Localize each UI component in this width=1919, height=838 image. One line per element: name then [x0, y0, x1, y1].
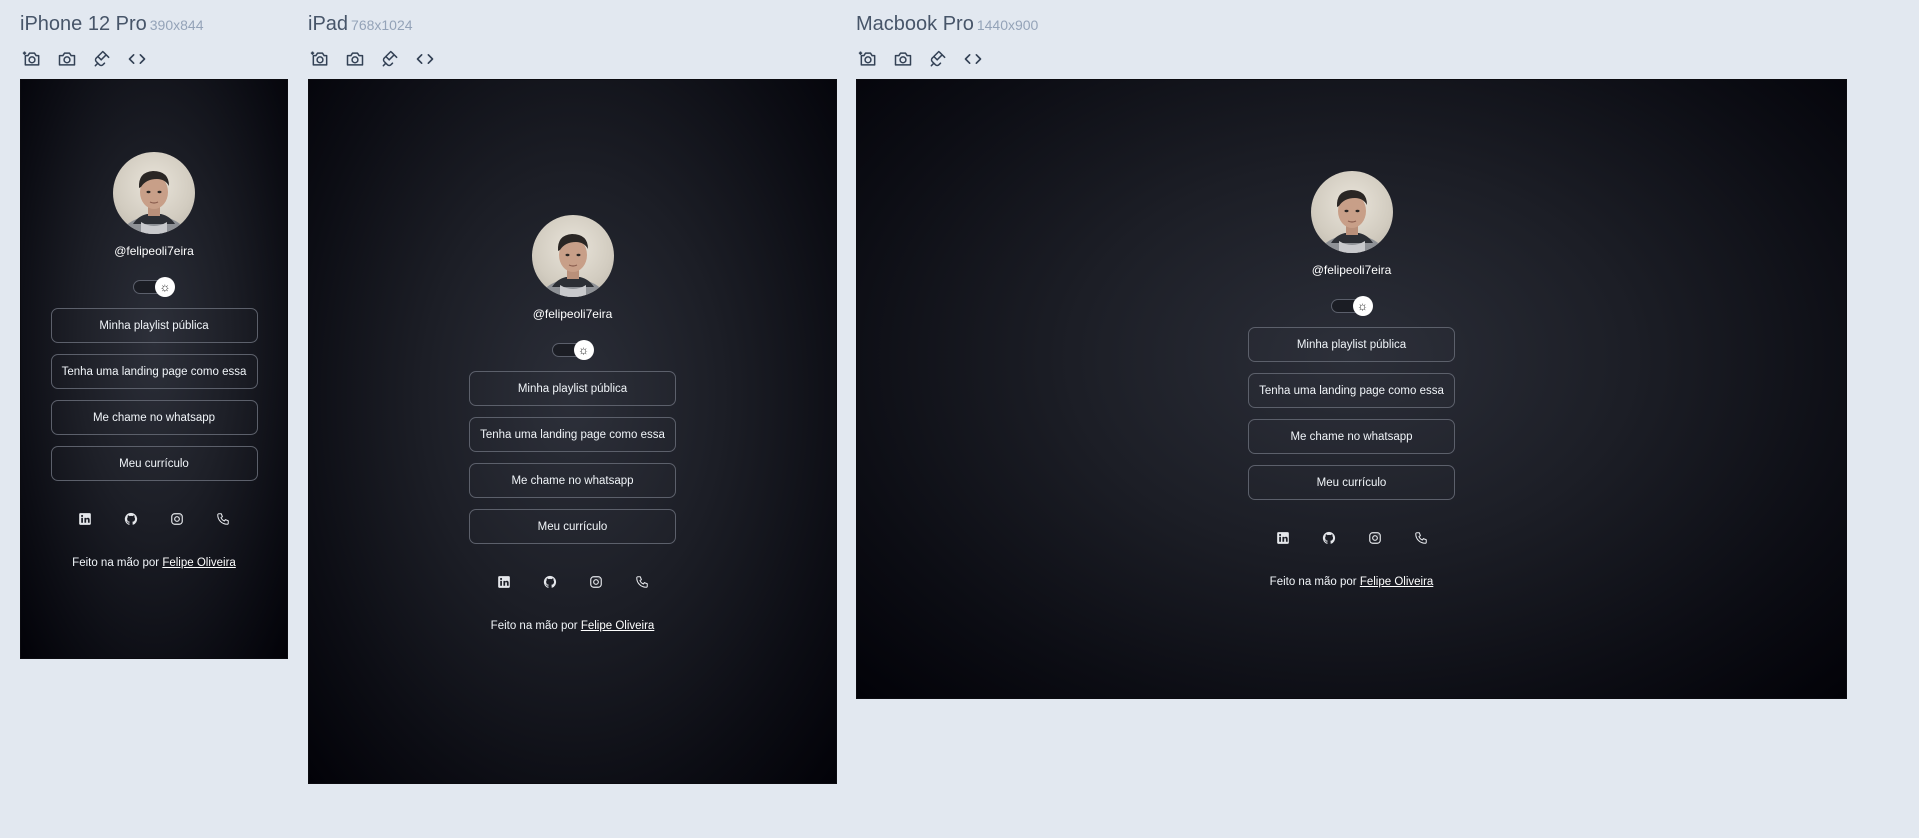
plug-icon[interactable]	[90, 47, 114, 71]
footer-credit: Feito na mão por Felipe Oliveira	[72, 557, 236, 569]
linkedin-icon[interactable]	[497, 575, 511, 589]
link-button-landing-page[interactable]: Tenha uma landing page como essa	[1248, 373, 1455, 408]
device-header: iPhone 12 Pro 390x844	[20, 13, 203, 36]
instagram-icon[interactable]	[589, 575, 603, 589]
link-button-whatsapp[interactable]: Me chame no whatsapp	[1248, 419, 1455, 454]
device-viewport: @felipeoli7eira ☼ Minha playlist pública…	[20, 79, 288, 659]
link-list: Minha playlist pública Tenha uma landing…	[50, 308, 258, 481]
instagram-icon[interactable]	[170, 512, 184, 526]
code-icon[interactable]	[125, 47, 149, 71]
footer-text: Feito na mão por	[72, 557, 160, 569]
profile-photo	[1318, 190, 1385, 253]
theme-toggle[interactable]: ☼	[133, 277, 175, 297]
social-links	[1276, 531, 1428, 545]
camera-icon[interactable]	[55, 47, 79, 71]
linkedin-icon[interactable]	[1276, 531, 1290, 545]
link-button-playlist[interactable]: Minha playlist pública	[50, 308, 258, 343]
device-toolbar	[20, 47, 149, 71]
code-icon[interactable]	[961, 47, 985, 71]
camera-screenshot-icon[interactable]	[308, 47, 332, 71]
device-header: iPad 768x1024	[308, 13, 413, 36]
device-viewport: @felipeoli7eira ☼ Minha playlist pública…	[308, 79, 837, 784]
phone-icon[interactable]	[216, 512, 230, 526]
profile-photo	[539, 234, 606, 297]
link-button-playlist[interactable]: Minha playlist pública	[1248, 327, 1455, 362]
social-links	[497, 575, 649, 589]
profile-handle: @felipeoli7eira	[114, 244, 194, 258]
linkedin-icon[interactable]	[78, 512, 92, 526]
device-name: Macbook Pro	[856, 13, 974, 35]
instagram-icon[interactable]	[1368, 531, 1382, 545]
social-links	[78, 512, 230, 526]
plug-icon[interactable]	[378, 47, 402, 71]
theme-toggle[interactable]: ☼	[551, 340, 594, 360]
profile-content: @felipeoli7eira ☼ Minha playlist pública…	[468, 215, 678, 632]
device-toolbar	[856, 47, 985, 71]
sun-icon: ☼	[155, 277, 175, 297]
footer-text: Feito na mão por	[1269, 576, 1357, 588]
github-icon[interactable]	[543, 575, 557, 589]
avatar	[113, 152, 195, 234]
link-button-curriculo[interactable]: Meu currículo	[50, 446, 258, 481]
camera-icon[interactable]	[891, 47, 915, 71]
device-size: 390x844	[149, 17, 204, 33]
profile-handle: @felipeoli7eira	[532, 307, 613, 321]
link-button-landing-page[interactable]: Tenha uma landing page como essa	[469, 417, 676, 452]
sun-icon: ☼	[573, 340, 594, 360]
link-button-landing-page[interactable]: Tenha uma landing page como essa	[50, 354, 258, 389]
device-size: 1440x900	[976, 17, 1039, 33]
phone-icon[interactable]	[1414, 531, 1428, 545]
avatar	[1310, 171, 1393, 253]
profile-content: @felipeoli7eira ☼ Minha playlist pública…	[49, 152, 259, 569]
device-header: Macbook Pro 1440x900	[856, 13, 1038, 36]
sun-icon: ☼	[1352, 296, 1373, 316]
link-list: Minha playlist pública Tenha uma landing…	[469, 371, 676, 544]
code-icon[interactable]	[413, 47, 437, 71]
plug-icon[interactable]	[926, 47, 950, 71]
profile-handle: @felipeoli7eira	[1311, 263, 1392, 277]
camera-icon[interactable]	[343, 47, 367, 71]
phone-icon[interactable]	[635, 575, 649, 589]
camera-screenshot-icon[interactable]	[856, 47, 880, 71]
device-viewport: @felipeoli7eira ☼ Minha playlist pública…	[856, 79, 1847, 699]
footer-credit: Feito na mão por Felipe Oliveira	[491, 620, 655, 632]
device-size: 768x1024	[351, 17, 413, 33]
footer-author-link[interactable]: Felipe Oliveira	[162, 557, 236, 569]
profile-content: @felipeoli7eira ☼ Minha playlist pública…	[1247, 171, 1457, 588]
profile-photo	[120, 171, 188, 234]
link-button-whatsapp[interactable]: Me chame no whatsapp	[50, 400, 258, 435]
link-button-whatsapp[interactable]: Me chame no whatsapp	[469, 463, 676, 498]
theme-toggle[interactable]: ☼	[1330, 296, 1373, 316]
github-icon[interactable]	[1322, 531, 1336, 545]
link-button-curriculo[interactable]: Meu currículo	[1248, 465, 1455, 500]
footer-text: Feito na mão por	[490, 620, 578, 632]
device-name: iPad	[308, 13, 349, 35]
github-icon[interactable]	[124, 512, 138, 526]
device-toolbar	[308, 47, 437, 71]
footer-credit: Feito na mão por Felipe Oliveira	[1270, 576, 1434, 588]
footer-author-link[interactable]: Felipe Oliveira	[581, 620, 655, 632]
link-button-curriculo[interactable]: Meu currículo	[469, 509, 676, 544]
footer-author-link[interactable]: Felipe Oliveira	[1360, 576, 1434, 588]
camera-screenshot-icon[interactable]	[20, 47, 44, 71]
link-list: Minha playlist pública Tenha uma landing…	[1248, 327, 1455, 500]
device-name: iPhone 12 Pro	[20, 13, 147, 35]
avatar	[531, 215, 614, 297]
link-button-playlist[interactable]: Minha playlist pública	[469, 371, 676, 406]
